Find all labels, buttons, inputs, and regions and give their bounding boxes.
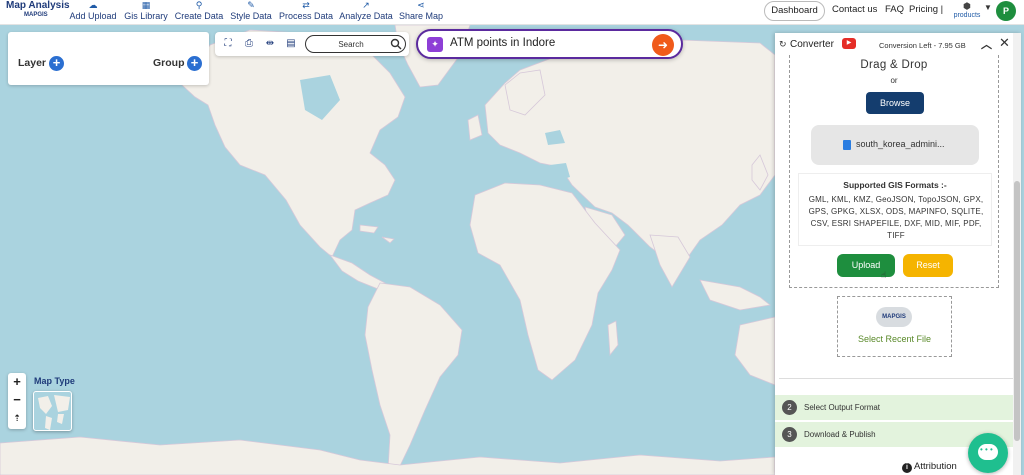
converter-title: Converter <box>790 39 834 50</box>
nav-style-data[interactable]: ✎ Style Data <box>229 0 273 25</box>
group-label: Group <box>153 57 185 69</box>
formats-title: Supported GIS Formats :- <box>843 180 947 190</box>
ai-prompt-text[interactable]: ATM points in Indore <box>450 37 555 49</box>
or-label: or <box>890 76 898 85</box>
nav-label: Process Data <box>278 11 334 21</box>
nav-gis-library[interactable]: ▦ Gis Library <box>123 0 169 25</box>
arrow-right-icon[interactable]: ➜ <box>652 34 674 56</box>
add-group-button[interactable]: + <box>187 56 202 71</box>
contact-link[interactable]: Contact us <box>832 4 877 15</box>
converter-header: ↻ Converter ▶ Conversion Left - 7.95 GB … <box>775 33 1021 55</box>
ai-prompt-bar[interactable]: ✦ ATM points in Indore ➜ <box>416 29 683 59</box>
converter-panel: ↻ Converter ▶ Conversion Left - 7.95 GB … <box>775 33 1021 475</box>
file-name: south_korea_admini... <box>856 139 945 149</box>
ai-sparkle-icon: ✦ <box>427 37 443 52</box>
pricing-link[interactable]: Pricing | <box>909 4 943 15</box>
style-icon: ✎ <box>247 0 255 10</box>
nav-label: Create Data <box>174 11 224 21</box>
nav-share-map[interactable]: ⋖ Share Map <box>398 0 444 25</box>
step-label: Select Output Format <box>804 403 881 412</box>
brand-logo[interactable]: Map Analysis MAPGIS <box>6 0 70 25</box>
library-icon: ▦ <box>141 0 151 10</box>
products-menu[interactable]: ⬢ products <box>950 1 984 19</box>
scrollbar-thumb[interactable] <box>1014 181 1020 441</box>
chat-icon[interactable] <box>968 433 1008 473</box>
file-icon <box>843 140 851 150</box>
share-icon: ⋖ <box>417 0 425 10</box>
divider <box>779 373 1015 379</box>
info-icon: i <box>902 463 912 473</box>
nav-label: Gis Library <box>124 11 168 21</box>
step-label: Download & Publish <box>804 430 876 439</box>
cloud-logo-icon: MAPGIS <box>876 307 912 327</box>
attribution-button[interactable]: i Attribution <box>898 458 964 475</box>
search-box <box>305 35 406 53</box>
compass-icon[interactable]: ⇡ <box>8 409 26 427</box>
step-number: 2 <box>782 400 797 415</box>
search-icon[interactable] <box>390 38 402 50</box>
top-navbar: Map Analysis MAPGIS ☁ Add Upload ▦ Gis L… <box>0 0 1024 25</box>
conversion-left: Conversion Left - 7.95 GB <box>879 41 966 50</box>
measure-icon[interactable]: ⇹ <box>263 37 277 51</box>
supported-formats: Supported GIS Formats :- GML, KML, KMZ, … <box>798 173 992 246</box>
products-label: products <box>953 12 981 19</box>
step-number: 3 <box>782 427 797 442</box>
layer-label: Layer <box>18 57 47 69</box>
map-type-thumbnail[interactable] <box>33 391 72 431</box>
add-layer-button[interactable]: + <box>49 56 64 71</box>
nav-process-data[interactable]: ⇄ Process Data <box>278 0 334 25</box>
faq-link[interactable]: FAQ <box>885 4 904 15</box>
map-toolbar: ⛶ ⎙ ⇹ ▤ <box>215 32 409 56</box>
close-icon[interactable]: ✕ <box>999 35 1010 51</box>
drag-drop-title: Drag & Drop <box>860 59 928 71</box>
youtube-icon[interactable]: ▶ <box>842 38 856 49</box>
nav-label: Analyze Data <box>339 11 393 21</box>
selected-file: south_korea_admini... <box>811 125 979 165</box>
print-icon[interactable]: ⎙ <box>242 37 256 51</box>
zoom-out-button[interactable]: − <box>8 391 26 409</box>
caret-down-icon[interactable]: ▼ <box>984 3 992 12</box>
pointer-cursor-icon: ☝ <box>881 270 887 280</box>
browse-button[interactable]: Browse <box>866 92 924 114</box>
nav-label: Share Map <box>398 11 444 21</box>
map-type-label: Map Type <box>34 376 75 386</box>
nav-label: Style Data <box>230 11 272 21</box>
fullscreen-icon[interactable]: ⛶ <box>221 37 235 51</box>
recent-file-box[interactable]: MAPGIS Select Recent File <box>837 296 952 357</box>
map-type-preview <box>38 395 70 430</box>
zoom-control: + − ⇡ <box>8 373 26 429</box>
zoom-in-button[interactable]: + <box>8 373 26 391</box>
layer-panel: Layer + Group + <box>8 32 209 85</box>
brand-title: Map Analysis <box>6 0 70 11</box>
chat-bubble-icon <box>978 444 998 460</box>
comment-icon[interactable]: ▤ <box>284 37 298 51</box>
attribution-label: Attribution <box>914 461 957 472</box>
select-recent-file-label: Select Recent File <box>857 334 932 344</box>
cube-icon: ⬢ <box>963 1 971 11</box>
process-icon: ⇄ <box>302 0 310 10</box>
panel-scrollbar[interactable] <box>1013 33 1021 475</box>
map-pin-icon: ⚲ <box>195 0 203 10</box>
avatar[interactable]: P <box>996 1 1016 21</box>
cloud-upload-icon: ☁ <box>88 0 98 10</box>
refresh-icon[interactable]: ↻ <box>779 39 787 50</box>
chevron-up-icon[interactable]: ︿ <box>981 36 992 52</box>
analyze-icon: ↗ <box>362 0 370 10</box>
nav-label: Add Upload <box>69 11 117 21</box>
nav-create-data[interactable]: ⚲ Create Data <box>174 0 224 25</box>
search-input[interactable] <box>312 38 390 50</box>
formats-list: GML, KML, KMZ, GeoJSON, TopoJSON, GPX, G… <box>808 195 984 240</box>
step-select-output-format[interactable]: 2 Select Output Format <box>775 395 1021 420</box>
nav-analyze-data[interactable]: ↗ Analyze Data <box>338 0 394 25</box>
reset-button[interactable]: Reset <box>903 254 953 277</box>
file-drop-zone[interactable]: Drag & Drop or Browse south_korea_admini… <box>789 55 999 288</box>
dashboard-button[interactable]: Dashboard <box>764 1 825 21</box>
brand-subtitle: MAPGIS <box>24 12 48 18</box>
nav-add-upload[interactable]: ☁ Add Upload <box>69 0 117 25</box>
